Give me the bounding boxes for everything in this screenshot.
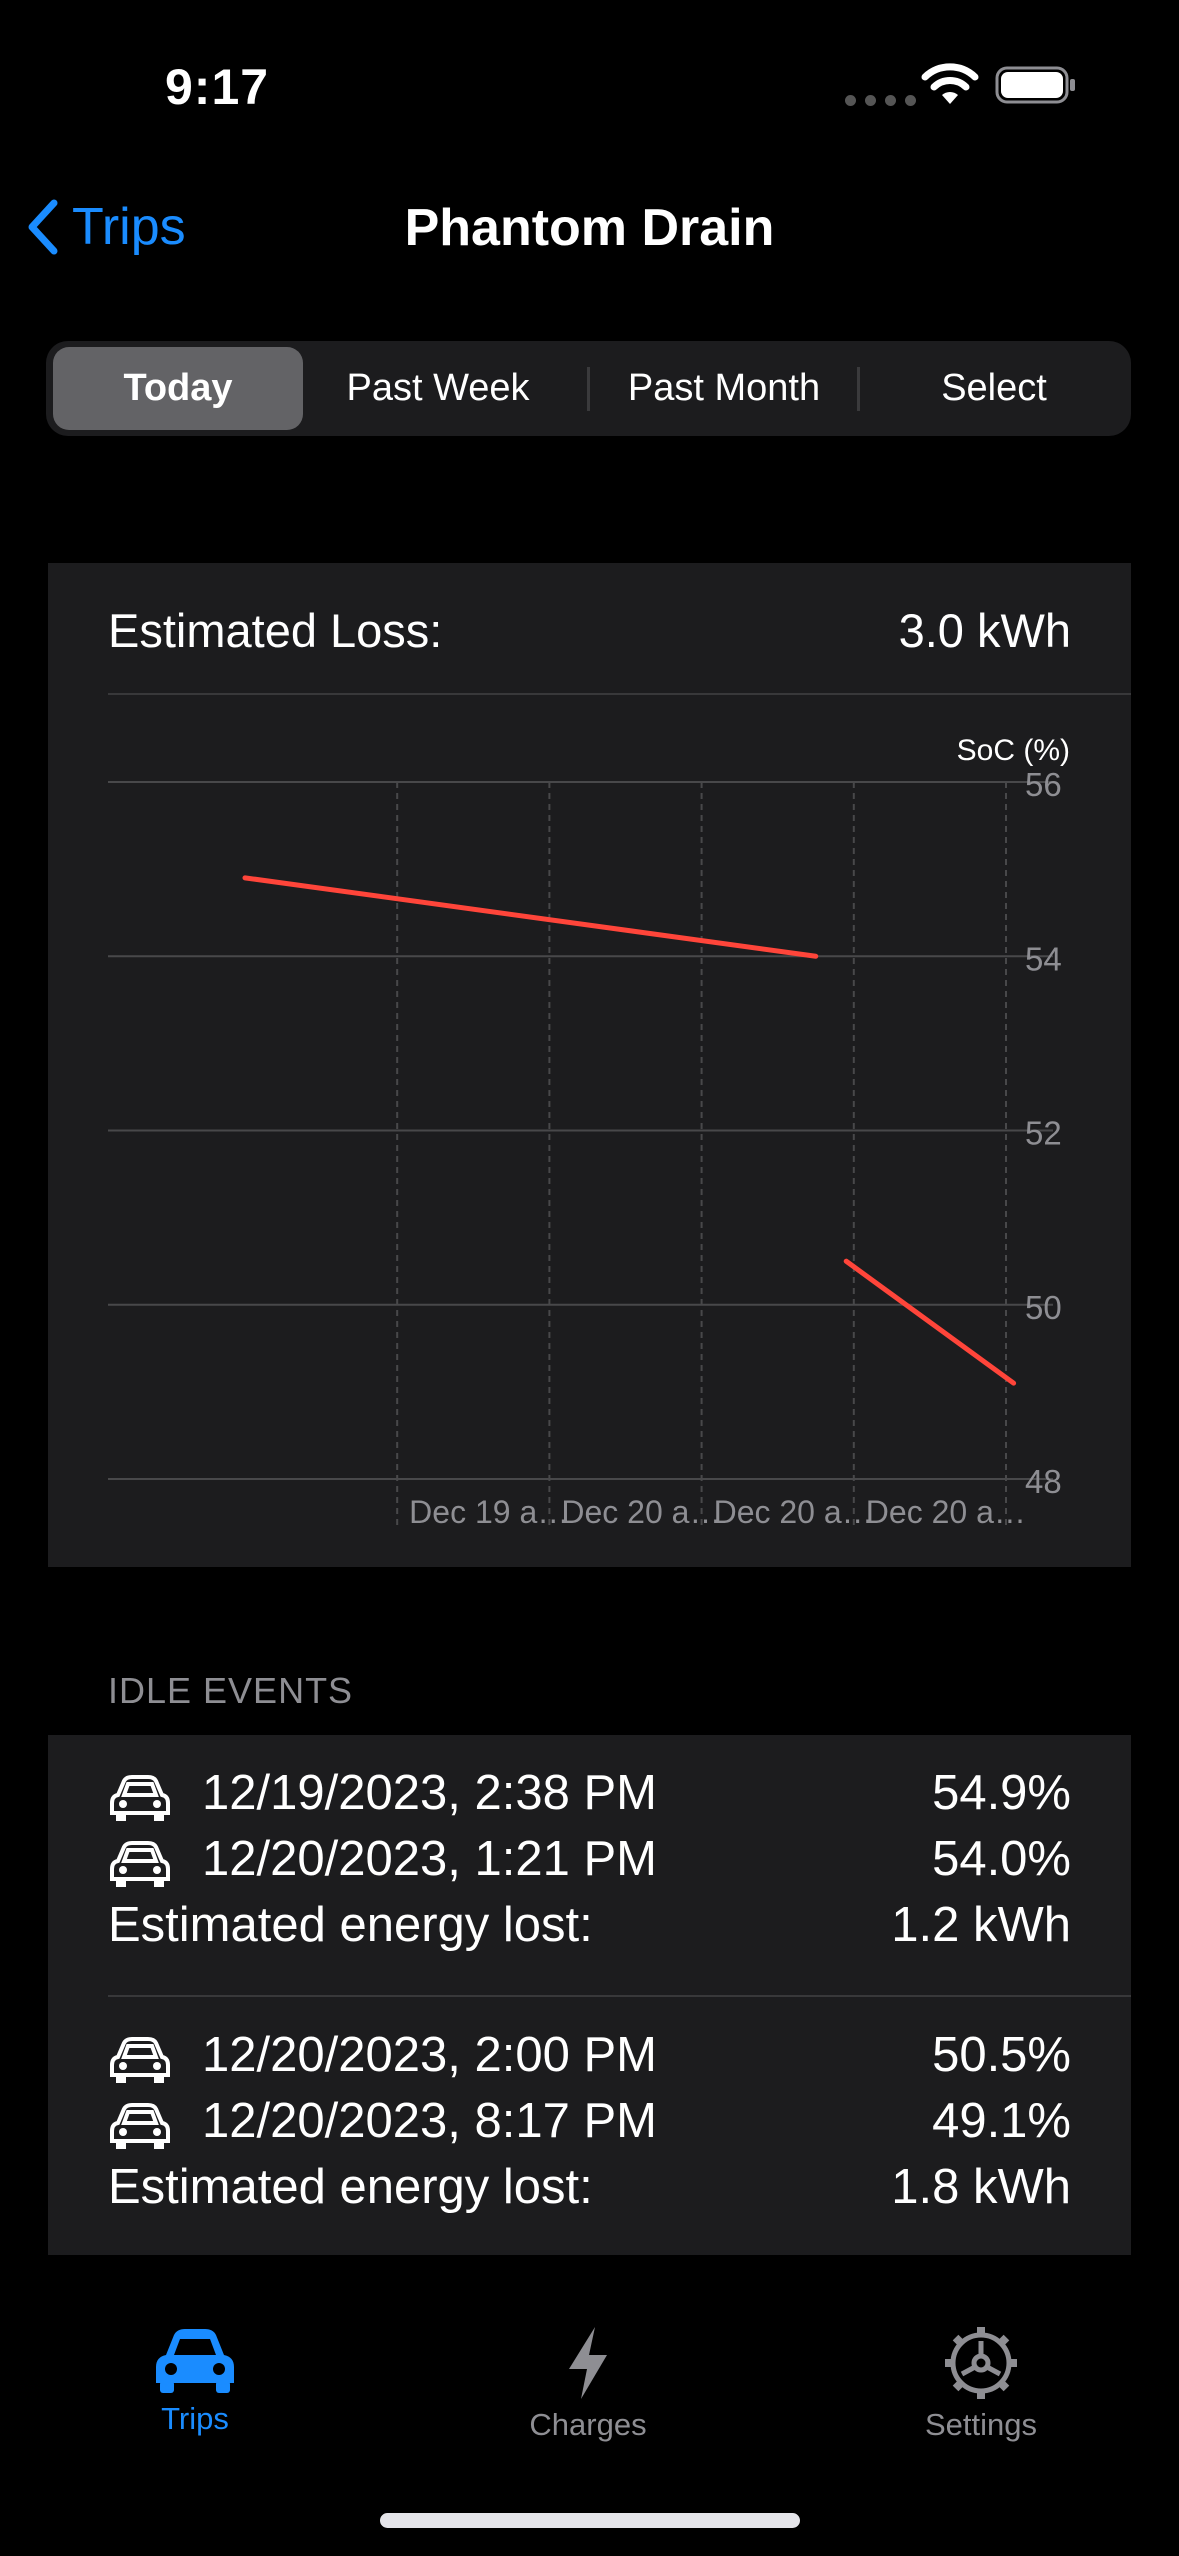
tab-charges[interactable]: Charges [488, 2325, 688, 2443]
event-start-row: 12/19/2023, 2:38 PM 54.9% [108, 1765, 1071, 1831]
bolt-icon [569, 2327, 607, 2399]
energy-lost-label: Estimated energy lost: [108, 1898, 593, 1952]
event-end-soc: 54.0% [932, 1832, 1071, 1886]
event-start-row: 12/20/2023, 2:00 PM 50.5% [108, 2027, 1071, 2093]
segment-divider [587, 367, 590, 411]
car-icon [110, 2037, 170, 2083]
idle-events-list: 12/19/2023, 2:38 PM 54.9% 12/20/2023, 1:… [48, 1735, 1131, 2255]
estimated-loss-label: Estimated Loss: [108, 604, 443, 657]
car-icon [110, 1841, 170, 1887]
wifi-icon [921, 63, 979, 104]
gear-icon [945, 2327, 1017, 2399]
segment-past-month[interactable]: Past Month [594, 347, 854, 430]
segment-today[interactable]: Today [53, 347, 303, 430]
status-time: 9:17 [165, 59, 270, 115]
cellular-signal-icon [845, 95, 916, 106]
y-tick-label: 56 [1025, 766, 1062, 803]
divider [108, 1995, 1131, 1997]
tab-trips[interactable]: Trips [95, 2325, 295, 2437]
energy-lost-value: 1.8 kWh [891, 2160, 1071, 2214]
estimated-loss-value: 3.0 kWh [898, 604, 1071, 657]
car-icon [110, 2103, 170, 2149]
tab-label: Trips [161, 2401, 229, 2436]
tab-settings[interactable]: Settings [881, 2325, 1081, 2443]
x-tick-label: Dec 19 a… [409, 1494, 569, 1530]
y-tick-label: 48 [1025, 1463, 1062, 1500]
event-end-soc: 49.1% [932, 2094, 1071, 2148]
y-tick-label: 52 [1025, 1115, 1062, 1152]
y-axis-title: SoC (%) [957, 734, 1070, 767]
energy-lost-label: Estimated energy lost: [108, 2160, 593, 2214]
segment-divider [857, 367, 860, 411]
event-end-row: 12/20/2023, 1:21 PM 54.0% [108, 1831, 1071, 1897]
y-tick-label: 54 [1025, 940, 1062, 977]
event-start-soc: 54.9% [932, 1766, 1071, 1820]
chart-card: Estimated Loss: 3.0 kWh 48 50 52 54 56 Dec 19… [48, 563, 1131, 1567]
segment-past-week[interactable]: Past Week [308, 347, 568, 430]
energy-lost-value: 1.2 kWh [891, 1898, 1071, 1952]
series-line [242, 875, 819, 959]
x-tick-label: Dec 20 a… [866, 1494, 1026, 1530]
event-start-soc: 50.5% [932, 2028, 1071, 2082]
event-lost-row: Estimated energy lost: 1.2 kWh [108, 1897, 1071, 1963]
event-lost-row: Estimated energy lost: 1.8 kWh [108, 2159, 1071, 2225]
segment-select[interactable]: Select [864, 347, 1124, 430]
series-line [843, 1258, 1017, 1386]
period-segmented-control: Today Past Week Past Month Select [46, 341, 1131, 436]
car-icon [110, 1775, 170, 1821]
idle-events-header: IDLE EVENTS [108, 1670, 354, 1711]
x-tick-label: Dec 20 a… [714, 1494, 874, 1530]
page-title: Phantom Drain [404, 199, 775, 257]
y-tick-label: 50 [1025, 1289, 1062, 1326]
event-end-datetime: 12/20/2023, 8:17 PM [202, 2094, 657, 2148]
event-start-datetime: 12/19/2023, 2:38 PM [202, 1766, 657, 1820]
event-end-datetime: 12/20/2023, 1:21 PM [202, 1832, 657, 1886]
x-tick-label: Dec 20 a… [561, 1494, 721, 1530]
tab-label: Settings [924, 2407, 1037, 2442]
event-start-datetime: 12/20/2023, 2:00 PM [202, 2028, 657, 2082]
soc-chart: 4850525456Dec 19 a…Dec 20 a…Dec 20 a…Dec… [108, 734, 1070, 1530]
event-end-row: 12/20/2023, 8:17 PM 49.1% [108, 2093, 1071, 2159]
home-indicator [380, 2513, 800, 2528]
battery-icon [995, 66, 1075, 104]
car-icon [156, 2329, 234, 2393]
tab-label: Charges [529, 2407, 647, 2442]
